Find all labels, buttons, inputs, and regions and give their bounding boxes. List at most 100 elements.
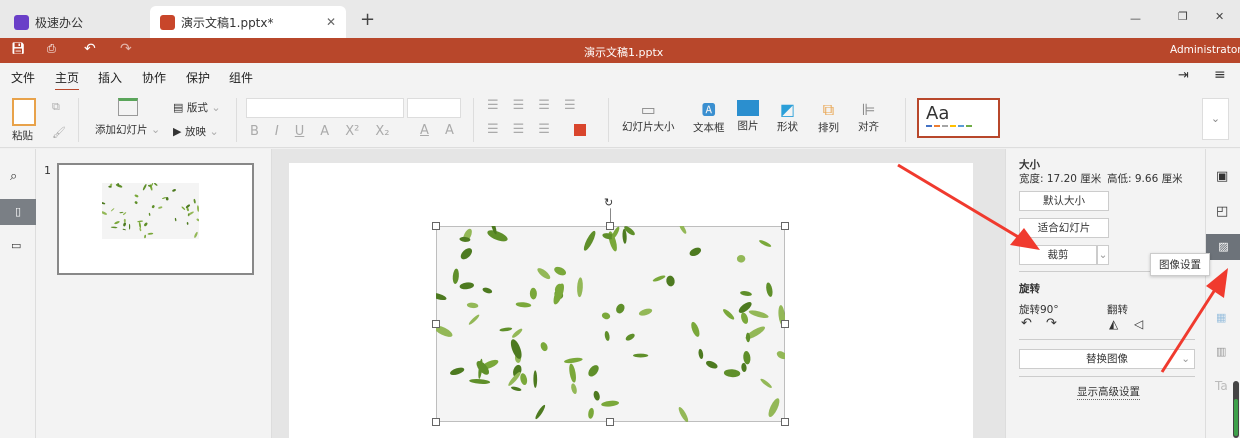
size-heading: 大小 — [1019, 159, 1040, 171]
shape-settings-icon[interactable]: ◰ — [1216, 204, 1228, 219]
arrange-button[interactable]: ⧉ 排列 — [818, 100, 839, 135]
open-location-icon[interactable]: ⇥ — [1178, 68, 1189, 83]
save-icon[interactable]: 💾︎ — [11, 42, 25, 55]
shape-fill-icon[interactable] — [574, 124, 586, 136]
add-slide-button[interactable]: 添加幻灯片 ⌄ — [95, 98, 160, 137]
user-name[interactable]: Administrator — [1170, 44, 1240, 56]
textbox-button[interactable]: 🅰︎ 文本框 — [693, 100, 725, 135]
comments-icon[interactable]: ▭ — [11, 239, 21, 252]
slide-size-button[interactable]: ▭ 幻灯片大小 — [622, 100, 675, 134]
align-label: 对齐 — [858, 121, 879, 133]
table-settings-icon[interactable]: ▦ — [1216, 311, 1226, 324]
bold-button[interactable]: B — [250, 124, 259, 139]
layout-button[interactable]: ▤ 版式 ⌄ — [173, 100, 221, 115]
menu-components[interactable]: 组件 — [229, 69, 253, 86]
shape-button[interactable]: ◩ 形状 — [777, 100, 798, 134]
crop-dropdown-icon[interactable]: ⌄ — [1097, 245, 1109, 265]
document-title: 演示文稿1.pptx — [584, 46, 664, 59]
menu-file[interactable]: 文件 — [11, 69, 35, 86]
image-settings-icon[interactable]: ▨ — [1206, 234, 1240, 260]
image-label: 图片 — [737, 120, 759, 132]
tab-label: 演示文稿1.pptx* — [181, 15, 274, 30]
default-size-button[interactable]: 默认大小 — [1019, 191, 1109, 211]
replace-image-label: 替换图像 — [1086, 353, 1128, 365]
align-button[interactable]: ⊫ 对齐 — [858, 100, 879, 134]
theme-thumbnail[interactable]: Aa — [917, 98, 1000, 138]
slide-number: 1 — [44, 164, 51, 177]
restore-icon[interactable]: ❐ — [1178, 10, 1188, 23]
close-tab-icon[interactable]: ✕ — [326, 15, 336, 29]
font-color-icon[interactable]: A — [420, 123, 429, 138]
advanced-settings-link[interactable]: 显示高级设置 — [1077, 384, 1140, 400]
chart-settings-icon[interactable]: ▥ — [1216, 345, 1226, 358]
scrollbar[interactable] — [1233, 381, 1239, 438]
align-icon: ⊫ — [861, 100, 876, 119]
strikethrough-button[interactable]: A — [320, 124, 329, 139]
flip-horizontal-icon[interactable]: ◭ — [1109, 317, 1118, 331]
slide-size-icon: ▭ — [640, 100, 656, 119]
tab-document[interactable]: 演示文稿1.pptx* ✕ — [150, 6, 346, 38]
align-buttons[interactable]: ☰☰☰ — [487, 122, 564, 137]
subscript-button[interactable]: X₂ — [375, 124, 389, 139]
undo-icon[interactable]: ↶ — [84, 41, 96, 57]
clipboard-icon — [12, 98, 36, 126]
height-value: 高低: 9.66 厘米 — [1107, 173, 1183, 185]
paste-button[interactable]: 粘贴 — [12, 98, 36, 143]
menu-home[interactable]: 主页 — [55, 69, 80, 91]
superscript-button[interactable]: X² — [345, 124, 359, 139]
new-tab-icon[interactable]: + — [360, 9, 375, 30]
play-button[interactable]: ▶ 放映 ⌄ — [173, 124, 219, 139]
highlight-color-icon[interactable]: A — [445, 123, 454, 138]
menu-protect[interactable]: 保护 — [186, 69, 210, 86]
copy-icon[interactable]: ⧉ — [52, 100, 60, 114]
rotate-handle-icon[interactable]: ↻ — [604, 196, 614, 209]
redo-icon[interactable]: ↷ — [120, 41, 132, 57]
print-icon[interactable]: ⎙ — [47, 42, 56, 56]
search-icon[interactable]: ⌕ — [10, 169, 17, 184]
add-slide-icon — [117, 98, 138, 116]
slide-size-label: 幻灯片大小 — [622, 121, 675, 133]
leaves-image[interactable] — [436, 226, 785, 422]
leaf — [633, 353, 649, 358]
play-label: 放映 — [184, 126, 206, 138]
menu-collaborate[interactable]: 协作 — [142, 69, 166, 86]
tab-label: 极速办公 — [35, 15, 84, 30]
slide-settings-icon[interactable]: ▣ — [1216, 169, 1228, 184]
tab-home[interactable]: 极速办公 — [4, 6, 93, 38]
slides-panel-icon[interactable]: ▯ — [0, 199, 36, 225]
play-icon: ▶ — [173, 125, 182, 138]
image-icon — [737, 100, 759, 116]
fit-slide-button[interactable]: 适合幻灯片 — [1019, 218, 1109, 238]
image-settings-panel: 大小 宽度: 17.20 厘米 高低: 9.66 厘米 默认大小 适合幻灯片 裁… — [1005, 149, 1205, 438]
text-art-settings-icon[interactable]: Ta — [1215, 379, 1228, 393]
font-size-select[interactable] — [407, 98, 461, 118]
theme-expand-button[interactable]: ⌄ — [1202, 98, 1229, 140]
menu-insert[interactable]: 插入 — [98, 69, 122, 86]
title-bar: 💾︎ ⎙ ↶ ↷ 演示文稿1.pptx Administrator — [0, 38, 1240, 63]
app-icon — [14, 14, 29, 30]
tab-bar: 极速办公 演示文稿1.pptx* ✕ + — ❐ ✕ — [0, 0, 1240, 38]
crop-button[interactable]: 裁剪 — [1019, 245, 1097, 265]
right-rail: ▣ ◰ ▨ ▦ ▥ Ta — [1205, 149, 1240, 438]
font-family-select[interactable] — [246, 98, 404, 118]
arrange-icon: ⧉ — [822, 100, 835, 119]
rotate-left-icon[interactable]: ↶ — [1021, 316, 1032, 331]
italic-button[interactable]: I — [275, 124, 279, 139]
flip-label: 翻转 — [1107, 304, 1128, 316]
format-painter-icon[interactable]: 🖌︎ — [52, 126, 66, 139]
slide[interactable]: ↻ — [289, 163, 973, 438]
flip-vertical-icon[interactable]: ◁ — [1134, 317, 1143, 331]
underline-button[interactable]: U — [295, 124, 305, 139]
rotate-right-icon[interactable]: ↷ — [1046, 316, 1057, 331]
rotate90-label: 旋转90° — [1019, 304, 1059, 316]
slide-thumbnails: 1 — [36, 149, 272, 438]
replace-image-button[interactable]: 替换图像 ⌄ — [1019, 349, 1195, 369]
list-buttons[interactable]: ☰☰☰☰ — [487, 98, 590, 113]
minimize-icon[interactable]: — — [1130, 12, 1141, 25]
image-settings-tooltip: 图像设置 — [1150, 253, 1210, 276]
close-window-icon[interactable]: ✕ — [1215, 10, 1224, 23]
hamburger-menu-icon[interactable]: ≡ — [1214, 67, 1226, 83]
slide-thumbnail[interactable] — [57, 163, 254, 275]
image-button[interactable]: 图片 — [737, 100, 759, 133]
shape-icon: ◩ — [779, 100, 796, 119]
